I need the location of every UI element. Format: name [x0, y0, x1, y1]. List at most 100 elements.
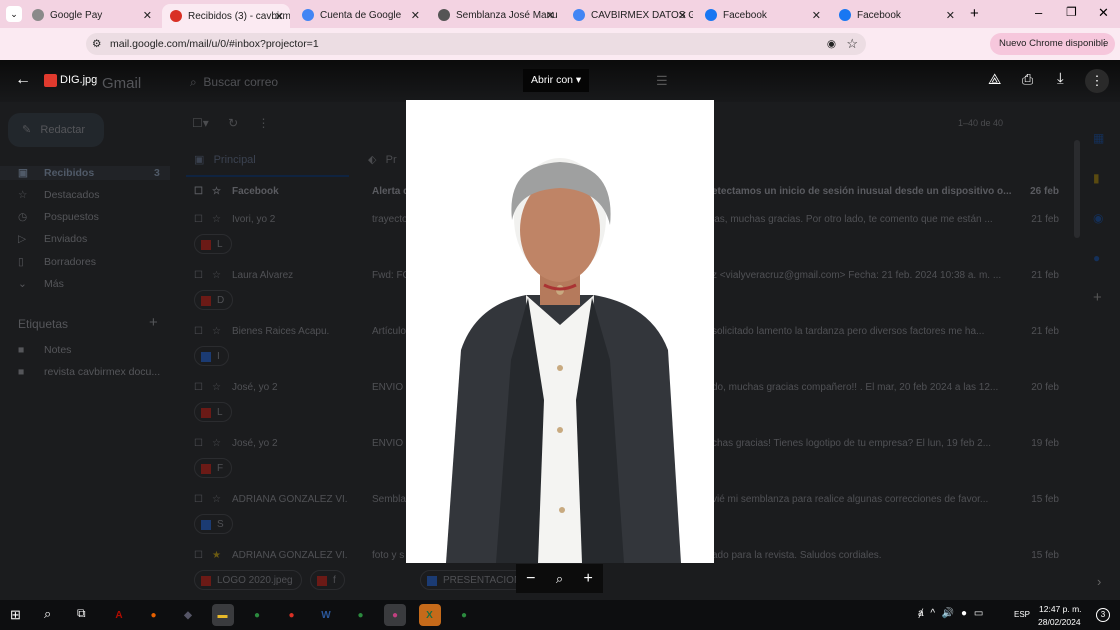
attachment-chip[interactable]: LOGO 2020.jpeg: [194, 570, 302, 590]
add-label-icon[interactable]: +: [149, 314, 158, 331]
close-tab-icon[interactable]: ✕: [411, 9, 420, 22]
label-item[interactable]: ■ revista cavbirmex docu...: [18, 366, 160, 378]
task-view-icon[interactable]: ⧉: [77, 606, 86, 621]
zoom-reset-icon[interactable]: ⌕: [556, 571, 563, 587]
clock-date[interactable]: 28/02/2024: [1038, 617, 1081, 627]
taskbar-app-chrome-profile[interactable]: ●: [350, 604, 372, 626]
close-tab-icon[interactable]: ✕: [678, 9, 687, 22]
nav-item[interactable]: ☆ Destacados: [18, 189, 99, 201]
tab-favicon-icon: [438, 9, 450, 21]
next-file-icon[interactable]: ›: [1097, 574, 1101, 589]
keep-icon[interactable]: ▮: [1093, 158, 1104, 198]
taskbar-app-firefox[interactable]: ●: [143, 604, 165, 626]
browser-tab[interactable]: CAVBIRMEX DATOS GE ✕: [565, 4, 693, 26]
attachment-chip[interactable]: D: [194, 290, 234, 310]
close-tab-icon[interactable]: ✕: [812, 9, 821, 22]
start-button[interactable]: ⊞: [10, 607, 21, 623]
contacts-icon[interactable]: ●: [1093, 238, 1104, 278]
notifications-badge[interactable]: 3: [1096, 608, 1110, 622]
tab-promotions[interactable]: ⬖ Pr: [368, 153, 397, 166]
star-icon[interactable]: ☆: [212, 178, 221, 206]
nav-item[interactable]: ▯ Borradores: [18, 256, 96, 268]
attachment-chip[interactable]: L: [194, 234, 232, 254]
language-indicator[interactable]: ESP: [1014, 610, 1030, 619]
clock-time[interactable]: 12:47 p. m.: [1039, 604, 1082, 614]
attachment-chip[interactable]: f: [310, 570, 345, 590]
add-addon-icon[interactable]: +: [1093, 278, 1104, 318]
taskbar-app-chrome-profile[interactable]: ●: [281, 604, 303, 626]
scrollbar[interactable]: [1074, 140, 1080, 238]
lens-icon[interactable]: ◉: [827, 33, 836, 55]
taskbar-app-file-explorer[interactable]: ▬: [211, 604, 234, 626]
checkbox[interactable]: ☐: [194, 206, 203, 234]
filter-icon[interactable]: ☰: [656, 73, 668, 89]
label-item[interactable]: ■ Notes: [18, 344, 71, 356]
nav-item[interactable]: ⌄ Más: [18, 278, 64, 290]
taskbar-app-chrome-profile[interactable]: ●: [453, 604, 475, 626]
star-icon[interactable]: ☆: [212, 374, 221, 402]
checkbox[interactable]: ☐: [194, 430, 203, 458]
browser-tab[interactable]: Facebook ✕: [697, 4, 827, 26]
browser-tab[interactable]: Cuenta de Google ✕: [294, 4, 426, 26]
restore-button[interactable]: ❐: [1066, 5, 1077, 19]
tasks-icon[interactable]: ◉: [1093, 198, 1104, 238]
close-tab-icon[interactable]: ✕: [546, 9, 555, 22]
close-tab-icon[interactable]: ✕: [143, 9, 152, 22]
star-icon[interactable]: ★: [212, 542, 221, 570]
checkbox[interactable]: ☐: [194, 486, 203, 514]
new-tab-button[interactable]: +: [970, 5, 979, 22]
attachment-chip[interactable]: I: [194, 346, 229, 366]
checkbox[interactable]: ☐: [194, 262, 203, 290]
nav-item[interactable]: ◷ Pospuestos: [18, 211, 99, 223]
checkbox[interactable]: ☐: [194, 542, 203, 570]
tab-favicon-icon: [839, 9, 851, 21]
star-icon[interactable]: ☆: [212, 206, 221, 234]
browser-tab[interactable]: Google Pay ✕: [24, 4, 158, 26]
calendar-icon[interactable]: ▦: [1093, 118, 1104, 158]
tab-principal[interactable]: ▣ Principal: [186, 146, 349, 177]
checkbox[interactable]: ☐: [194, 318, 203, 346]
search-icon[interactable]: ⌕: [44, 606, 51, 622]
address-bar[interactable]: ⚙ mail.google.com/mail/u/0/#inbox?project…: [86, 33, 866, 55]
close-tab-icon[interactable]: ✕: [275, 10, 284, 23]
minimize-button[interactable]: –: [1035, 5, 1042, 20]
checkbox[interactable]: ☐: [194, 374, 203, 402]
browser-tab[interactable]: Recibidos (3) - cavbirm ✕: [162, 4, 290, 28]
star-icon[interactable]: ☆: [212, 486, 221, 514]
close-window-button[interactable]: ✕: [1098, 5, 1109, 21]
taskbar-app-chrome[interactable]: ●: [246, 604, 268, 626]
star-icon[interactable]: ☆: [212, 430, 221, 458]
taskbar-app-chrome-active[interactable]: ●: [384, 604, 406, 626]
attachment-chip[interactable]: L: [194, 402, 232, 422]
print-icon[interactable]: ⎙: [1022, 71, 1033, 88]
back-arrow-icon[interactable]: ←: [15, 71, 31, 89]
taskbar-app-excel[interactable]: X: [418, 604, 441, 626]
star-icon[interactable]: ☆: [212, 318, 221, 346]
attachment-chip[interactable]: F: [194, 458, 233, 478]
download-icon[interactable]: ⤓: [1057, 70, 1064, 87]
checkbox[interactable]: ☐: [194, 178, 203, 206]
chrome-update-button[interactable]: Nuevo Chrome disponible ⋮: [990, 33, 1115, 55]
zoom-in-button[interactable]: +: [583, 570, 592, 588]
menu-icon[interactable]: ⋮: [1100, 33, 1110, 55]
close-tab-icon[interactable]: ✕: [946, 9, 955, 22]
attachment-chip[interactable]: S: [194, 514, 233, 534]
add-to-drive-icon[interactable]: ⟁: [988, 71, 1001, 88]
zoom-out-button[interactable]: −: [526, 570, 535, 588]
browser-tab[interactable]: Facebook ✕: [831, 4, 961, 26]
taskbar-app-app[interactable]: ◆: [177, 604, 199, 626]
compose-button[interactable]: ✎ Redactar: [8, 113, 104, 147]
browser-tab[interactable]: Semblanza José Manu ✕: [430, 4, 561, 26]
nav-item[interactable]: ▷ Enviados: [18, 233, 87, 245]
open-with-button[interactable]: Abrir con ▾: [523, 69, 590, 92]
more-options-icon[interactable]: ⋮: [1085, 69, 1109, 93]
search-input[interactable]: ⌕ Buscar correo: [190, 75, 278, 90]
taskbar-app-acrobat[interactable]: A: [108, 604, 130, 626]
site-info-icon[interactable]: ⚙: [92, 33, 101, 55]
nav-item[interactable]: ▣ Recibidos 3: [0, 166, 170, 180]
taskbar-app-word[interactable]: W: [315, 604, 337, 626]
bookmark-star-icon[interactable]: ☆: [846, 33, 858, 55]
system-tray-icons[interactable]: ⱥ ^ 🔊 ● ▭: [918, 608, 983, 619]
star-icon[interactable]: ☆: [212, 262, 221, 290]
tab-search-button[interactable]: ⌄: [6, 6, 22, 22]
